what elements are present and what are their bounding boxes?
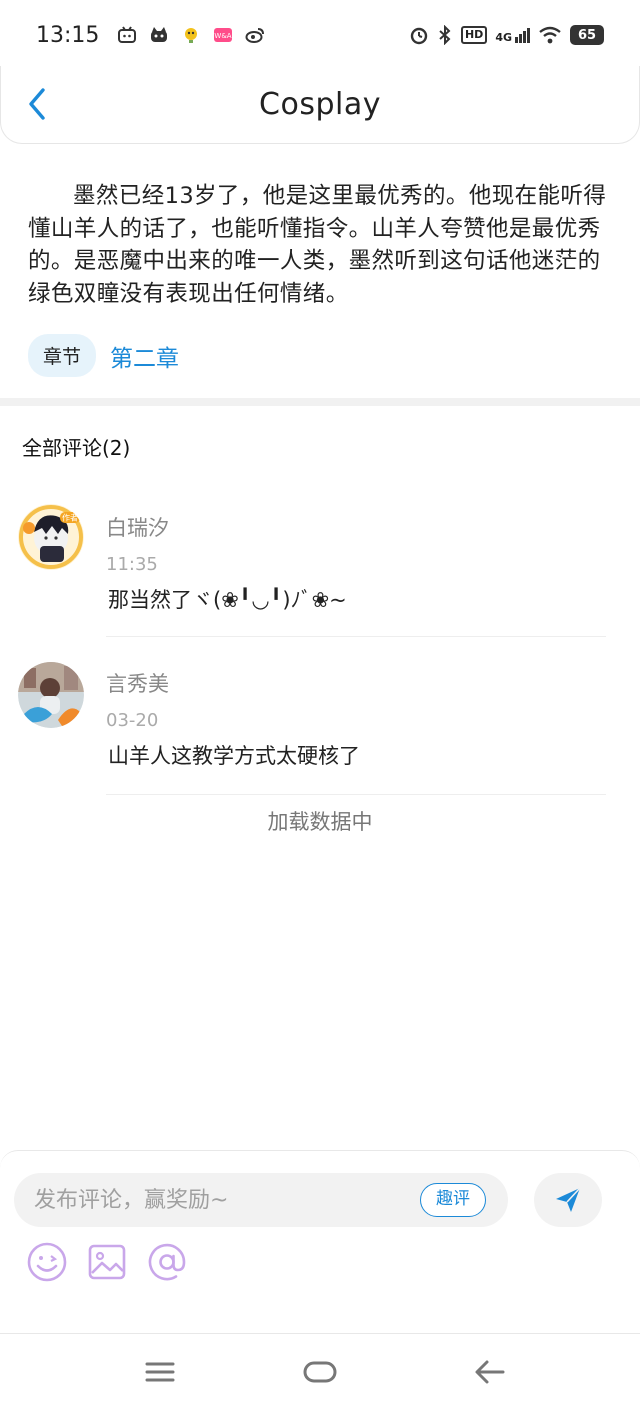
- battery-indicator: 65: [570, 25, 604, 45]
- comment-input-container[interactable]: 趣评: [14, 1173, 508, 1227]
- at-icon[interactable]: [146, 1241, 188, 1283]
- send-icon: [556, 1187, 581, 1212]
- quping-button[interactable]: 趣评: [420, 1183, 486, 1217]
- status-bar: 13:15 W&A HD 4G 65: [0, 0, 640, 70]
- article-body: 墨然已经13岁了，他是这里最优秀的。他现在能听得懂山羊人的话了，也能听懂指令。山…: [28, 183, 607, 307]
- svg-text:W&A: W&A: [215, 32, 232, 40]
- app-screen: 13:15 W&A HD 4G 65 Cosplay 墨然已经13岁了，他是这里…: [0, 0, 640, 1408]
- chapter-link[interactable]: 第二章: [110, 339, 179, 373]
- image-icon[interactable]: [86, 1241, 128, 1283]
- comment-composer: 趣评: [0, 1150, 640, 1334]
- emoji-icon[interactable]: [26, 1241, 68, 1283]
- chevron-left-icon[interactable]: [21, 84, 57, 124]
- section-divider: [0, 398, 640, 406]
- network-type: 4G: [495, 30, 512, 44]
- comments-title: 全部评论(2): [22, 436, 131, 460]
- hd-badge: HD: [460, 26, 488, 44]
- bluetooth-icon: [439, 25, 451, 45]
- avatar-image: 作者: [18, 504, 84, 570]
- comment-time: 03-20: [106, 710, 159, 731]
- send-button[interactable]: [534, 1173, 602, 1227]
- avatar-image: [18, 662, 84, 728]
- comment-time: 11:35: [106, 554, 158, 575]
- bird-icon: [185, 28, 198, 43]
- system-nav-bar: [0, 1336, 640, 1408]
- chapter-tag: 章节: [28, 334, 97, 377]
- chapter-row: 章节 第二章: [28, 334, 179, 377]
- status-time: 13:15: [36, 22, 100, 48]
- comment-text[interactable]: 那当然了ヾ(❀╹◡╹)ﾉﾞ❀~: [108, 584, 347, 614]
- alarm-icon: [410, 27, 428, 45]
- app-icon: W&A: [214, 28, 233, 42]
- home-icon[interactable]: [300, 1354, 340, 1390]
- menu-icon[interactable]: [140, 1354, 180, 1390]
- top-app-bar: Cosplay: [0, 66, 640, 144]
- comment-divider: [106, 794, 606, 795]
- back-icon[interactable]: [470, 1354, 510, 1390]
- comment-text[interactable]: 山羊人这教学方式太硬核了: [108, 740, 360, 770]
- comment-author[interactable]: 言秀美: [106, 668, 169, 698]
- comment-divider: [106, 636, 606, 637]
- comment-author[interactable]: 白瑞汐: [106, 512, 169, 542]
- loading-text: 加载数据中: [267, 810, 373, 834]
- signal-icon: 4G: [495, 27, 530, 44]
- avatar[interactable]: [18, 662, 84, 728]
- avatar[interactable]: 作者: [18, 504, 84, 570]
- avatar-badge: 作者: [62, 513, 78, 523]
- bilibili-icon: [118, 26, 137, 43]
- comment-input[interactable]: [34, 1181, 394, 1219]
- page-title: Cosplay: [259, 87, 381, 122]
- cat-icon: [151, 27, 168, 42]
- weibo-icon: [245, 28, 265, 43]
- wifi-icon: [539, 26, 561, 44]
